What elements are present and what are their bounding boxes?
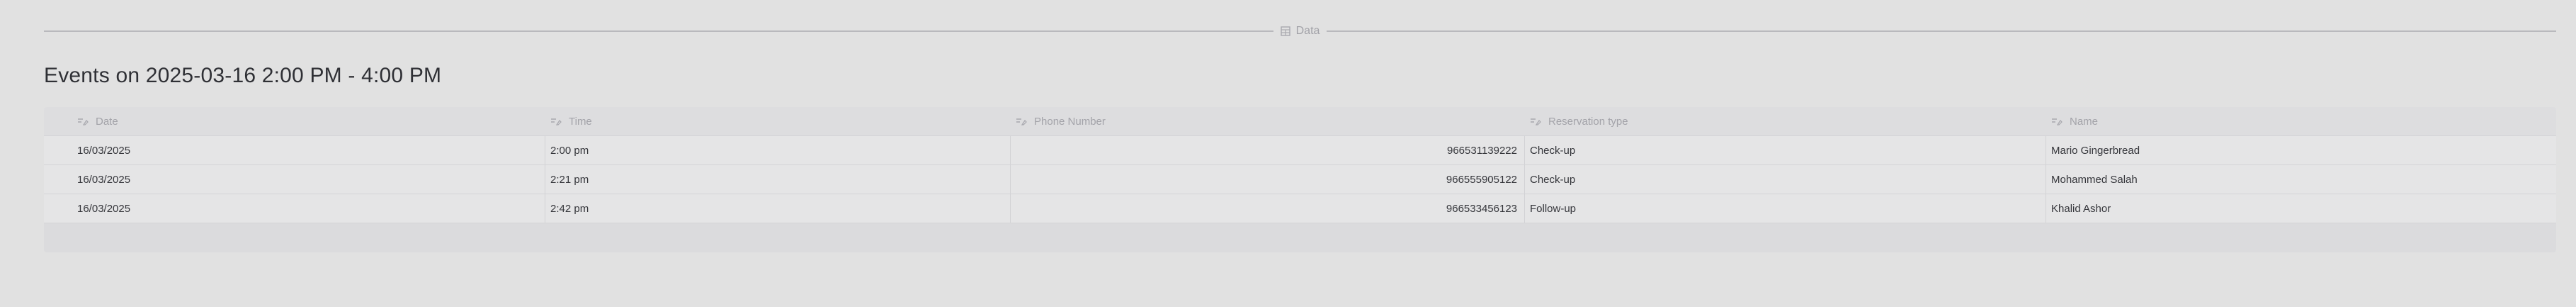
cell-time[interactable]: 2:00 pm — [550, 136, 589, 164]
divider-line-left — [44, 30, 1273, 32]
column-header-time[interactable]: Time — [550, 107, 592, 135]
cell-date[interactable]: 16/03/2025 — [77, 194, 130, 223]
section-divider: Data — [44, 24, 2557, 38]
column-header-date[interactable]: Date — [77, 107, 118, 135]
column-header-phone-number[interactable]: Phone Number — [1016, 107, 1106, 135]
section-header: Data — [1273, 25, 1327, 38]
text-field-icon — [1016, 117, 1027, 125]
text-field-icon — [77, 117, 89, 125]
page-title: Events on 2025-03-16 2:00 PM - 4:00 PM — [44, 64, 442, 87]
cell-reservation-type[interactable]: Check-up — [1530, 136, 1575, 164]
table-row[interactable]: 16/03/2025 2:42 pm 966533456123 Follow-u… — [44, 194, 2556, 223]
column-label: Reservation type — [1548, 115, 1628, 128]
table-header: Date Time Phone Number Reservation type … — [44, 107, 2556, 136]
empty-table-row[interactable] — [44, 223, 2556, 252]
cell-phone-number[interactable]: 966555905122 — [1010, 165, 1517, 194]
cell-phone-number[interactable]: 966531139222 — [1010, 136, 1517, 164]
column-header-name[interactable]: Name — [2051, 107, 2098, 135]
cell-name[interactable]: Mohammed Salah — [2051, 165, 2138, 194]
column-label: Name — [2070, 115, 2099, 128]
cell-time[interactable]: 2:42 pm — [550, 194, 589, 223]
cell-date[interactable]: 16/03/2025 — [77, 165, 130, 194]
table-row[interactable]: 16/03/2025 2:00 pm 966531139222 Check-up… — [44, 136, 2556, 165]
cell-date[interactable]: 16/03/2025 — [77, 136, 130, 164]
column-label: Date — [96, 115, 118, 128]
section-label: Data — [1295, 25, 1320, 37]
cell-name[interactable]: Khalid Ashor — [2051, 194, 2111, 223]
table-icon — [1280, 26, 1290, 36]
column-label: Phone Number — [1034, 115, 1106, 128]
column-header-reservation-type[interactable]: Reservation type — [1530, 107, 1628, 135]
page: Data Events on 2025-03-16 2:00 PM - 4:00… — [0, 0, 2576, 307]
text-field-icon — [2051, 117, 2062, 125]
cell-time[interactable]: 2:21 pm — [550, 165, 589, 194]
cell-name[interactable]: Mario Gingerbread — [2051, 136, 2140, 164]
data-table: Date Time Phone Number Reservation type … — [44, 107, 2556, 252]
table-row[interactable]: 16/03/2025 2:21 pm 966555905122 Check-up… — [44, 165, 2556, 194]
cell-reservation-type[interactable]: Follow-up — [1530, 194, 1576, 223]
divider-line-right — [1327, 30, 2557, 32]
text-field-icon — [550, 117, 562, 125]
text-field-icon — [1530, 117, 1541, 125]
cell-reservation-type[interactable]: Check-up — [1530, 165, 1575, 194]
column-label: Time — [569, 115, 592, 128]
cell-phone-number[interactable]: 966533456123 — [1010, 194, 1517, 223]
